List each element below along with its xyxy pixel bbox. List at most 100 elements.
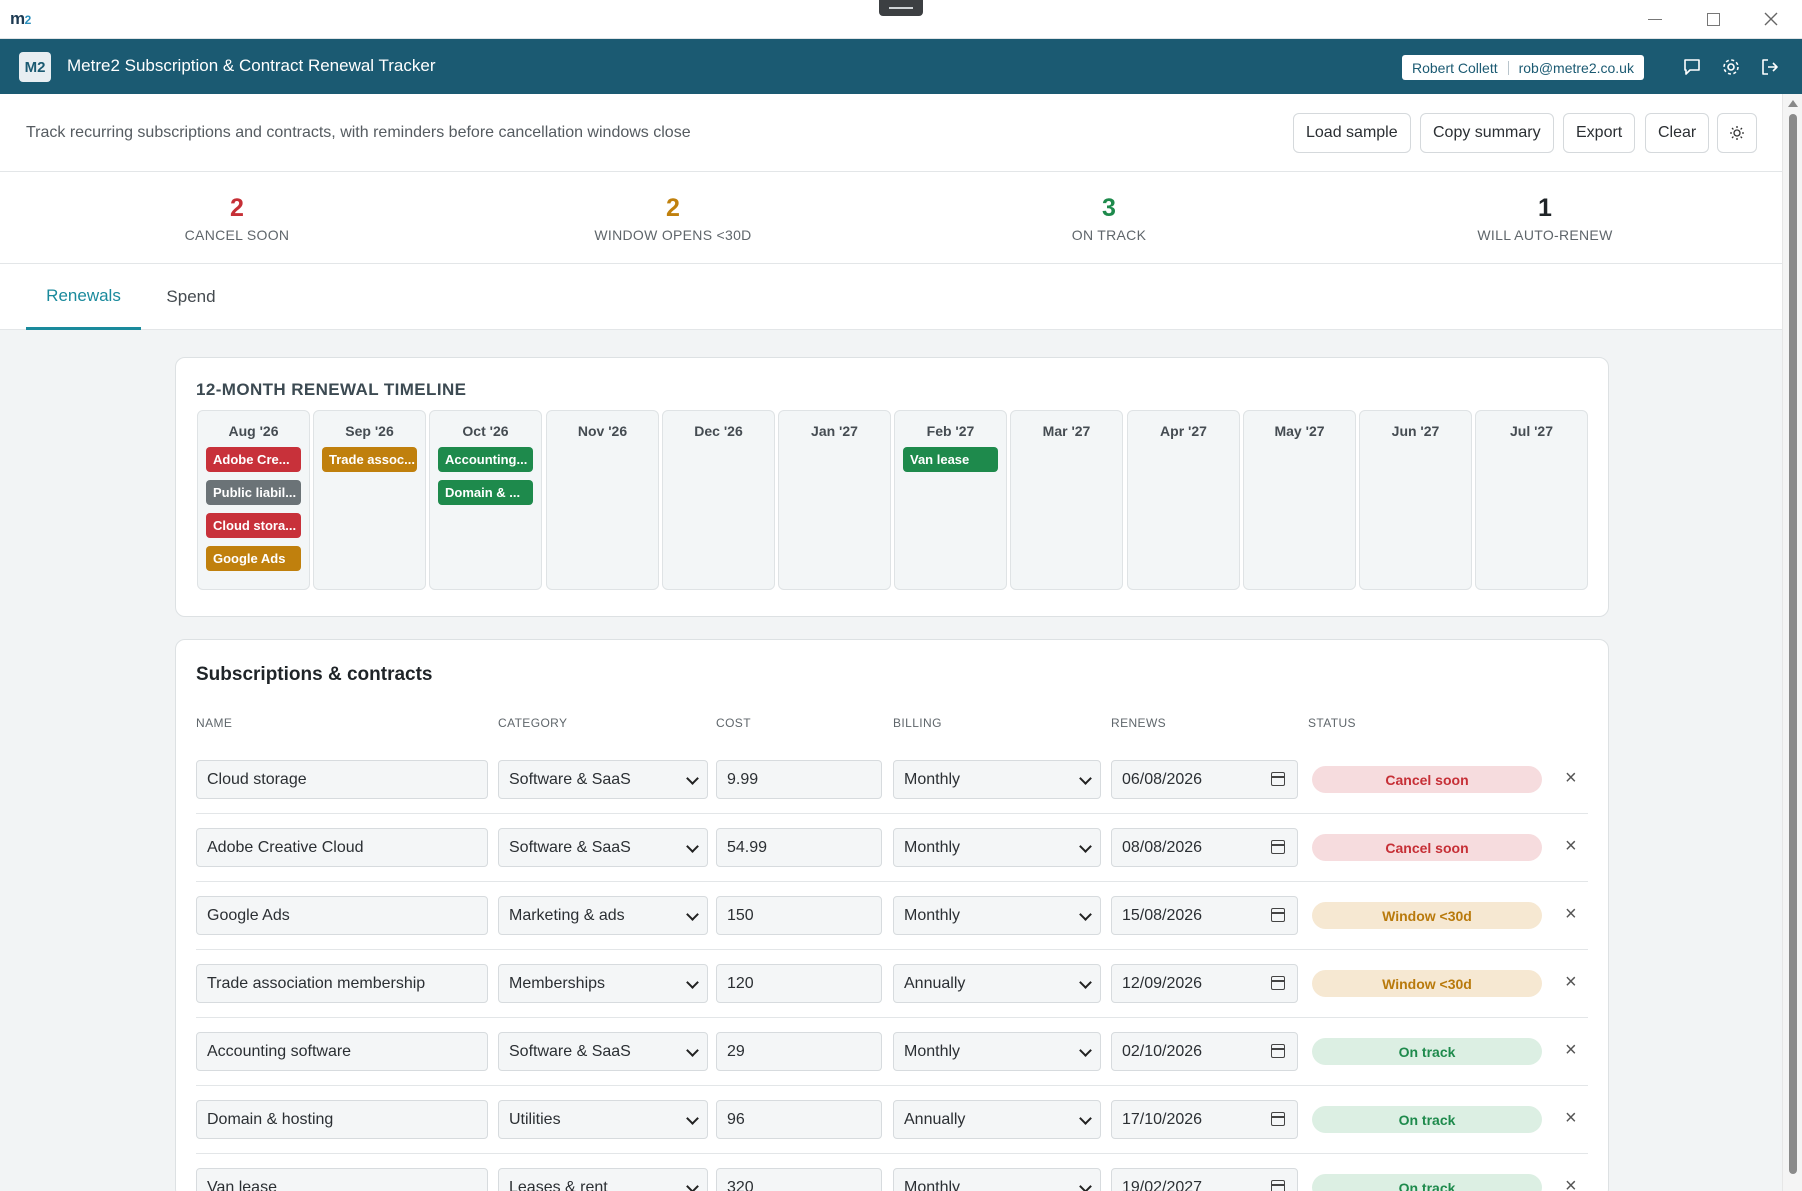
delete-row-button[interactable]: × <box>1565 1176 1577 1191</box>
timeline-month-label: Jan '27 <box>811 423 858 439</box>
name-input[interactable]: Google Ads <box>196 896 488 935</box>
name-input[interactable]: Accounting software <box>196 1032 488 1071</box>
category-select[interactable]: Software & SaaS <box>498 1032 708 1071</box>
timeline-month-label: Jun '27 <box>1391 423 1440 439</box>
billing-select[interactable]: Monthly <box>893 1168 1101 1191</box>
calendar-icon[interactable] <box>1271 772 1285 786</box>
renews-date-input[interactable]: 06/08/2026 <box>1111 760 1298 799</box>
timeline-month: Jan '27 <box>778 410 891 590</box>
timeline-card: 12-MONTH RENEWAL TIMELINE Aug '26 Adobe C… <box>175 357 1609 617</box>
cost-input[interactable]: 54.99 <box>716 828 882 867</box>
header-billing: BILLING <box>893 716 942 730</box>
stat-auto-renew: 1 WILL AUTO-RENEW <box>1395 194 1695 243</box>
category-select[interactable]: Marketing & ads <box>498 896 708 935</box>
export-button[interactable]: Export <box>1563 113 1636 153</box>
delete-row-button[interactable]: × <box>1565 1040 1577 1060</box>
drag-handle[interactable] <box>879 0 923 16</box>
name-input[interactable]: Domain & hosting <box>196 1100 488 1139</box>
renews-date-input[interactable]: 15/08/2026 <box>1111 896 1298 935</box>
category-select[interactable]: Leases & rent <box>498 1168 708 1191</box>
category-select-value: Software & SaaS <box>509 838 631 856</box>
renews-date-input[interactable]: 02/10/2026 <box>1111 1032 1298 1071</box>
header-status: STATUS <box>1308 716 1356 730</box>
renews-date-input[interactable]: 19/02/2027 <box>1111 1168 1298 1191</box>
copy-summary-button[interactable]: Copy summary <box>1420 113 1554 153</box>
timeline-chip[interactable]: Van lease <box>903 447 998 472</box>
name-input[interactable]: Trade association membership <box>196 964 488 1003</box>
calendar-icon[interactable] <box>1271 908 1285 922</box>
timeline-month: Feb '27 Van lease <box>894 410 1007 590</box>
renews-date-input[interactable]: 12/09/2026 <box>1111 964 1298 1003</box>
timeline-chip[interactable]: Public liabil... <box>206 480 301 505</box>
billing-select[interactable]: Monthly <box>893 896 1101 935</box>
timeline-chip[interactable]: Google Ads <box>206 546 301 571</box>
billing-select[interactable]: Monthly <box>893 828 1101 867</box>
calendar-icon[interactable] <box>1271 1112 1285 1126</box>
chevron-down-icon <box>1079 840 1092 853</box>
minimize-button[interactable] <box>1632 4 1678 34</box>
tab-spend[interactable]: Spend <box>150 264 232 330</box>
feedback-button[interactable] <box>1680 55 1704 79</box>
category-select[interactable]: Utilities <box>498 1100 708 1139</box>
status-badge: On track <box>1312 1038 1542 1065</box>
cost-input[interactable]: 320 <box>716 1168 882 1191</box>
delete-row-button[interactable]: × <box>1565 972 1577 992</box>
timeline-chip[interactable]: Adobe Cre... <box>206 447 301 472</box>
renews-date-input[interactable]: 17/10/2026 <box>1111 1100 1298 1139</box>
timeline-chip[interactable]: Trade assoc... <box>322 447 417 472</box>
cost-input[interactable]: 150 <box>716 896 882 935</box>
delete-row-button[interactable]: × <box>1565 836 1577 856</box>
name-input[interactable]: Van lease <box>196 1168 488 1191</box>
cost-input[interactable]: 96 <box>716 1100 882 1139</box>
cost-input[interactable]: 29 <box>716 1032 882 1071</box>
renews-date-input[interactable]: 08/08/2026 <box>1111 828 1298 867</box>
status-badge: Window <30d <box>1312 902 1542 929</box>
stats-bar: 2 CANCEL SOON 2 WINDOW OPENS <30D 3 ON T… <box>0 172 1782 264</box>
name-input[interactable]: Cloud storage <box>196 760 488 799</box>
scrollbar-thumb[interactable] <box>1789 114 1797 1174</box>
calendar-icon[interactable] <box>1271 1044 1285 1058</box>
clear-button[interactable]: Clear <box>1645 113 1710 153</box>
delete-row-button[interactable]: × <box>1565 904 1577 924</box>
category-select[interactable]: Memberships <box>498 964 708 1003</box>
category-select[interactable]: Software & SaaS <box>498 828 708 867</box>
close-window-button[interactable] <box>1748 4 1794 34</box>
status-badge: Window <30d <box>1312 970 1542 997</box>
category-select-value: Marketing & ads <box>509 906 625 924</box>
billing-select[interactable]: Monthly <box>893 760 1101 799</box>
timeline-chip[interactable]: Accounting... <box>438 447 533 472</box>
name-input[interactable]: Adobe Creative Cloud <box>196 828 488 867</box>
delete-row-button[interactable]: × <box>1565 768 1577 788</box>
chevron-down-icon <box>686 1044 699 1057</box>
gear-icon <box>1723 59 1739 75</box>
timeline-chip[interactable]: Domain & ... <box>438 480 533 505</box>
calendar-icon[interactable] <box>1271 1180 1285 1191</box>
logout-button[interactable] <box>1758 55 1782 79</box>
calendar-icon[interactable] <box>1271 840 1285 854</box>
cost-input[interactable]: 120 <box>716 964 882 1003</box>
load-sample-button[interactable]: Load sample <box>1293 113 1411 153</box>
chevron-down-icon <box>1079 772 1092 785</box>
category-select-value: Leases & rent <box>509 1178 608 1191</box>
cost-input[interactable]: 9.99 <box>716 760 882 799</box>
tab-renewals[interactable]: Renewals <box>26 264 141 330</box>
billing-select-value: Annually <box>904 974 966 992</box>
settings-button[interactable] <box>1719 55 1743 79</box>
maximize-button[interactable] <box>1690 4 1736 34</box>
category-select[interactable]: Software & SaaS <box>498 760 708 799</box>
billing-select[interactable]: Annually <box>893 1100 1101 1139</box>
page-tagline: Track recurring subscriptions and contra… <box>26 124 691 141</box>
delete-row-button[interactable]: × <box>1565 1108 1577 1128</box>
billing-select[interactable]: Monthly <box>893 1032 1101 1071</box>
app-badge: M2 <box>19 52 51 82</box>
header-renews: RENEWS <box>1111 716 1167 730</box>
calendar-icon[interactable] <box>1271 976 1285 990</box>
chevron-down-icon <box>1079 908 1092 921</box>
header-name: NAME <box>196 716 233 730</box>
theme-toggle-button[interactable] <box>1717 113 1757 153</box>
chevron-down-icon <box>686 840 699 853</box>
timeline-chip[interactable]: Cloud stora... <box>206 513 301 538</box>
billing-select[interactable]: Annually <box>893 964 1101 1003</box>
scroll-up-icon[interactable] <box>1788 100 1798 107</box>
page-scrollbar[interactable] <box>1782 94 1802 1191</box>
